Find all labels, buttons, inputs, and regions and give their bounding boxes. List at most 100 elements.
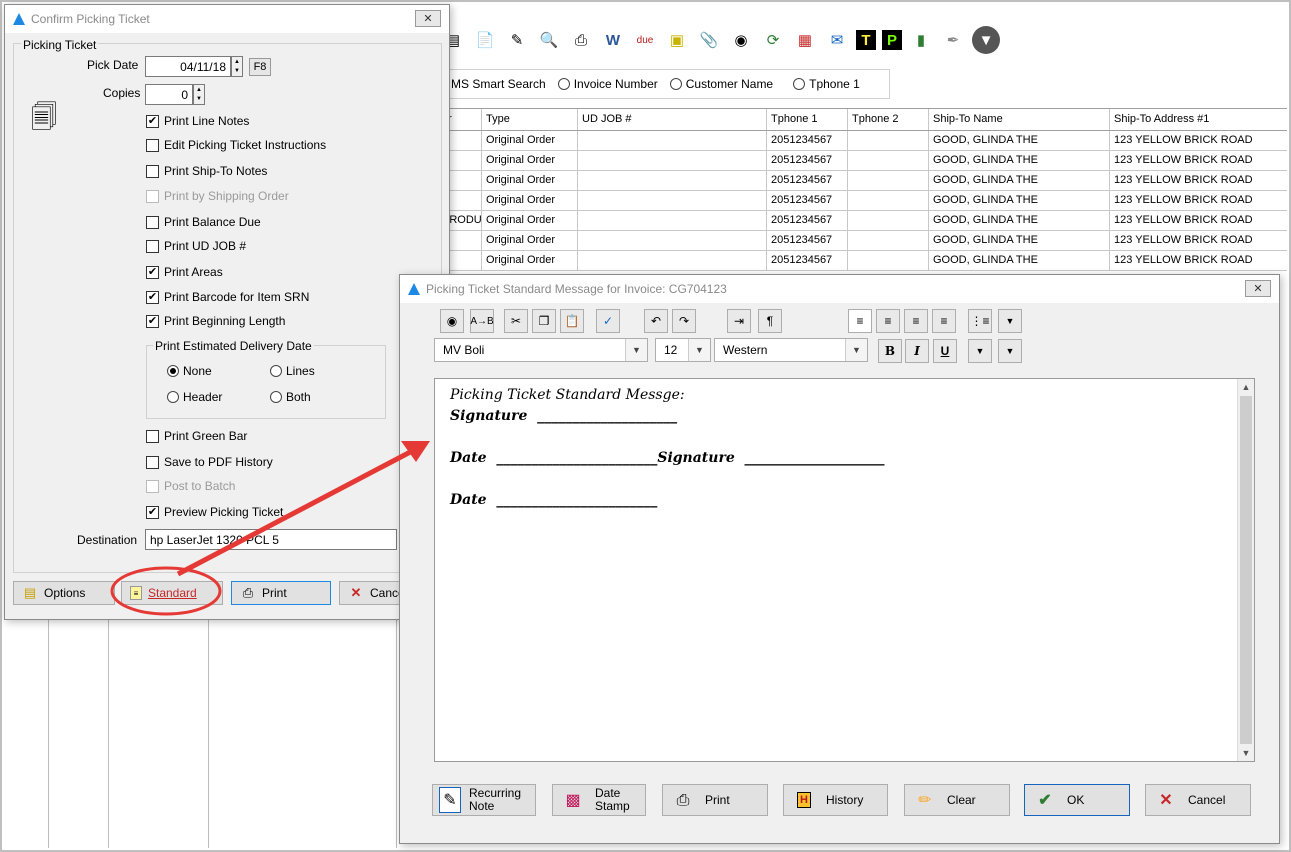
disk-icon[interactable]: ▼: [972, 26, 1000, 54]
destination-input[interactable]: hp LaserJet 1320 PCL 5: [145, 529, 397, 550]
message-cancel-button[interactable]: ✕ Cancel: [1145, 784, 1251, 816]
col-header[interactable]: Ship-To Name: [929, 109, 1110, 130]
find-icon[interactable]: ◉: [440, 309, 464, 333]
paste-icon[interactable]: 📋: [560, 309, 584, 333]
radio-invoice-number[interactable]: Invoice Number: [557, 77, 658, 91]
copy-icon[interactable]: ❐: [532, 309, 556, 333]
f8-button[interactable]: F8: [249, 58, 271, 76]
radio-tphone[interactable]: Tphone 1: [793, 77, 860, 91]
col-header[interactable]: Tphone 2: [848, 109, 929, 130]
edit-icon[interactable]: ✎: [504, 27, 530, 53]
color-dropdown-icon[interactable]: ▼: [968, 339, 992, 363]
email-icon[interactable]: ✉: [824, 27, 850, 53]
refresh-icon[interactable]: ⟳: [760, 27, 786, 53]
cut-icon[interactable]: ✂: [504, 309, 528, 333]
pick-date-input[interactable]: 04/11/18: [145, 56, 231, 77]
pilcrow-icon[interactable]: ¶: [758, 309, 782, 333]
ticket-icon[interactable]: ▣: [664, 27, 690, 53]
calendar-icon[interactable]: ▦: [792, 27, 818, 53]
confirm-dialog-titlebar[interactable]: Confirm Picking Ticket ✕: [5, 5, 449, 33]
table-row[interactable]: Original Order 2051234567 GOOD, GLINDA THE…: [438, 251, 1287, 271]
checkbox-save-pdf-history[interactable]: Save to PDF History: [146, 455, 273, 469]
checkbox-edit-instructions[interactable]: Edit Picking Ticket Instructions: [146, 138, 326, 152]
underline-button[interactable]: U: [933, 339, 957, 363]
align-left-icon[interactable]: ≡: [848, 309, 872, 333]
due-icon[interactable]: due: [632, 27, 658, 53]
checkbox-print-line-notes[interactable]: ✔ Print Line Notes: [146, 114, 249, 128]
t-icon[interactable]: T: [856, 30, 876, 50]
radio-delivery-header[interactable]: Header: [167, 390, 222, 404]
close-icon[interactable]: ✕: [415, 10, 441, 27]
scroll-thumb[interactable]: [1240, 396, 1252, 744]
word-icon[interactable]: W: [600, 27, 626, 53]
col-header[interactable]: Ship-To Address #1: [1110, 109, 1287, 130]
radio-delivery-lines[interactable]: Lines: [270, 364, 315, 378]
align-center-icon[interactable]: ≡: [876, 309, 900, 333]
cancel-x-icon: ✕: [1159, 791, 1173, 809]
italic-button[interactable]: I: [905, 339, 929, 363]
copies-input[interactable]: 0: [145, 84, 193, 105]
col-header[interactable]: UD JOB #: [578, 109, 767, 130]
printer-icon[interactable]: ⎙: [568, 27, 594, 53]
redo-icon[interactable]: ↷: [672, 309, 696, 333]
radio-customer-name[interactable]: Customer Name: [669, 77, 773, 91]
clear-button[interactable]: ✏ Clear: [904, 784, 1010, 816]
cancel-button[interactable]: ✕ Cancel: [339, 581, 401, 605]
pick-date-spinner[interactable]: ▲ ▼: [231, 56, 243, 77]
print-button[interactable]: ⎙ Print: [231, 581, 331, 605]
radio-delivery-both[interactable]: Both: [270, 390, 311, 404]
find-icon[interactable]: ◉: [728, 27, 754, 53]
table-row[interactable]: Original Order 2051234567 GOOD, GLINDA THE…: [438, 151, 1287, 171]
bullets-icon[interactable]: ⋮≡: [968, 309, 992, 333]
table-row[interactable]: PRODU Original Order 2051234567 GOOD, GLIND…: [438, 211, 1287, 231]
close-icon[interactable]: ✕: [1245, 280, 1271, 297]
orders-grid[interactable]: er Type UD JOB # Tphone 1 Tphone 2 Ship-…: [438, 108, 1287, 271]
checkbox-preview[interactable]: ✔ Preview Picking Ticket: [146, 505, 283, 519]
message-editor[interactable]: Picking Ticket Standard Messge: Signatur…: [434, 378, 1255, 762]
checkbox-print-balance-due[interactable]: Print Balance Due: [146, 215, 261, 229]
checkbox-print-barcode[interactable]: ✔ Print Barcode for Item SRN: [146, 290, 309, 304]
font-size-select[interactable]: 12 ▼: [655, 338, 711, 362]
replace-icon[interactable]: A→B: [470, 309, 494, 333]
justify-icon[interactable]: ≡: [932, 309, 956, 333]
p-icon[interactable]: P: [882, 30, 902, 50]
ok-button[interactable]: ✔ OK: [1024, 784, 1130, 816]
scroll-down-icon[interactable]: ▼: [1238, 745, 1254, 761]
date-stamp-button[interactable]: ▩ Date Stamp: [552, 784, 646, 816]
undo-icon[interactable]: ↶: [644, 309, 668, 333]
scroll-up-icon[interactable]: ▲: [1238, 379, 1254, 395]
table-row[interactable]: Original Order 2051234567 GOOD, GLINDA THE…: [438, 131, 1287, 151]
editor-scrollbar[interactable]: ▲ ▼: [1237, 379, 1254, 761]
font-name-select[interactable]: MV Boli ▼: [434, 338, 648, 362]
pen-icon[interactable]: ✒: [940, 27, 966, 53]
table-row[interactable]: Original Order 2051234567 GOOD, GLINDA THE…: [438, 231, 1287, 251]
indent-icon[interactable]: ⇥: [727, 309, 751, 333]
checkbox-print-areas[interactable]: ✔ Print Areas: [146, 265, 223, 279]
paperclip-icon[interactable]: 📎: [696, 27, 722, 53]
table-row[interactable]: Original Order 2051234567 GOOD, GLINDA THE…: [438, 191, 1287, 211]
options-button[interactable]: ▤ Options: [13, 581, 115, 605]
align-right-icon[interactable]: ≡: [904, 309, 928, 333]
search-doc-icon[interactable]: 🔍: [536, 27, 562, 53]
recurring-note-button[interactable]: ✎ Recurring Note: [432, 784, 536, 816]
list-dropdown-icon[interactable]: ▼: [998, 309, 1022, 333]
spellcheck-icon[interactable]: ✓: [596, 309, 620, 333]
radio-delivery-none[interactable]: None: [167, 364, 212, 378]
checkbox-print-green-bar[interactable]: Print Green Bar: [146, 429, 247, 443]
document-icon[interactable]: 📄: [472, 27, 498, 53]
highlight-dropdown-icon[interactable]: ▼: [998, 339, 1022, 363]
history-button[interactable]: H History: [783, 784, 888, 816]
standard-button[interactable]: ≡ Standard: [121, 581, 223, 605]
script-select[interactable]: Western ▼: [714, 338, 868, 362]
bold-button[interactable]: B: [878, 339, 902, 363]
checkbox-print-beginning-length[interactable]: ✔ Print Beginning Length: [146, 314, 285, 328]
book-icon[interactable]: ▮: [908, 27, 934, 53]
message-dialog-titlebar[interactable]: Picking Ticket Standard Message for Invo…: [400, 275, 1279, 303]
message-print-button[interactable]: ⎙ Print: [662, 784, 768, 816]
col-header[interactable]: Tphone 1: [767, 109, 848, 130]
table-row[interactable]: Original Order 2051234567 GOOD, GLINDA THE…: [438, 171, 1287, 191]
copies-spinner[interactable]: ▲ ▼: [193, 84, 205, 105]
checkbox-print-ud-job[interactable]: Print UD JOB #: [146, 239, 246, 253]
checkbox-print-ship-to-notes[interactable]: Print Ship-To Notes: [146, 164, 267, 178]
col-header[interactable]: Type: [482, 109, 578, 130]
